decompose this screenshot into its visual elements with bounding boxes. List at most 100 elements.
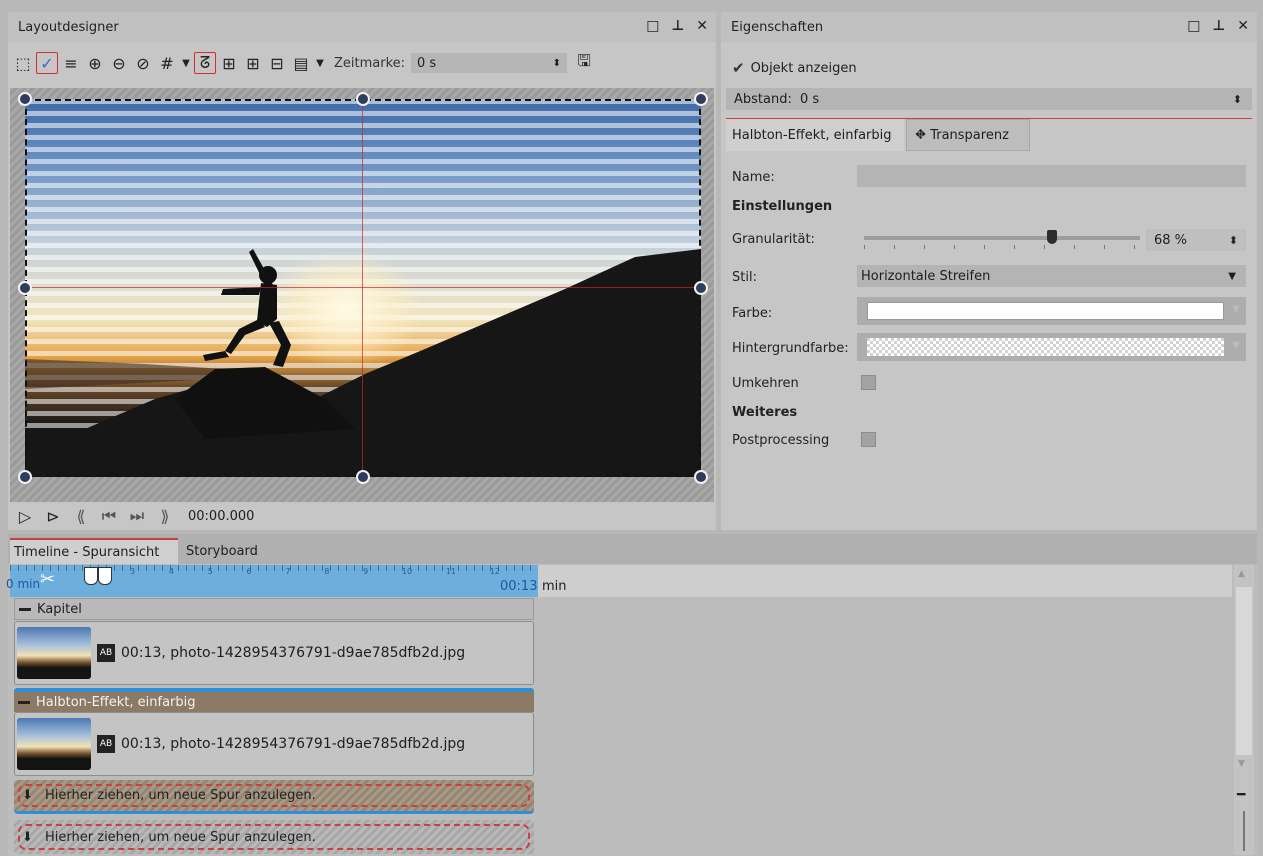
color-picker[interactable]: ▼ [857, 297, 1246, 325]
halftone-badge-icon: AB [97, 644, 115, 662]
resize-handle-n[interactable] [356, 92, 370, 106]
ruler-tick: 4 [168, 567, 174, 576]
align-dropdown-icon[interactable]: ▼ [314, 52, 326, 74]
select-tool-icon[interactable]: ⬚ [12, 52, 34, 74]
timeline-scrollbar[interactable]: ▲ ▼ ━ [1234, 565, 1254, 855]
scroll-up-icon[interactable]: ▲ [1238, 569, 1245, 579]
maximize-icon[interactable]: □ [1187, 18, 1200, 34]
granularity-slider[interactable] [864, 230, 1140, 252]
pin-icon[interactable]: ⊥ [671, 18, 684, 34]
save-icon[interactable]: 🖫 [573, 51, 595, 74]
name-label: Name: [732, 169, 775, 185]
tab-halftone[interactable]: Halbton-Effekt, einfarbig [726, 119, 904, 151]
clip-photo-2[interactable]: AB 00:13, photo-1428954376791-d9ae785dfb… [14, 712, 534, 776]
zoom-out-icon[interactable]: ⊖ [108, 52, 130, 74]
properties-title: Eigenschaften [731, 19, 824, 35]
halftone-badge-icon: AB [97, 735, 115, 753]
resize-handle-e[interactable] [694, 281, 708, 295]
canvas-area[interactable] [10, 88, 714, 502]
text-tool-icon[interactable]: ⊞ [218, 52, 240, 74]
ruler-start: 0 min [6, 577, 41, 591]
marker-left-icon[interactable] [84, 567, 98, 585]
maximize-icon[interactable]: □ [646, 18, 659, 34]
marker-right-icon[interactable] [98, 567, 112, 585]
effect-track-header[interactable]: Halbton-Effekt, einfarbig [14, 688, 534, 712]
chevron-down-icon[interactable]: ▼ [1232, 340, 1240, 351]
distance-value: 0 s [800, 91, 820, 107]
dropzone-label: ⬇ Hierher ziehen, um neue Spur anzulegen… [22, 829, 316, 845]
distance-spinbox[interactable]: Abstand: 0 s ⬍ [726, 88, 1252, 110]
zoom-in-icon[interactable]: ⊕ [84, 52, 106, 74]
slider-thumb[interactable] [1046, 230, 1057, 244]
show-object-label: Objekt anzeigen [750, 60, 857, 76]
play-icon[interactable]: ▷ [14, 505, 36, 527]
show-object-row[interactable]: ✔ Objekt anzeigen [732, 57, 857, 79]
selection-box[interactable] [25, 99, 701, 477]
resize-handle-ne[interactable] [694, 92, 708, 106]
layers-icon[interactable]: ≡ [60, 52, 82, 74]
ruler-end-time: 00:13 [500, 579, 538, 594]
chevron-down-icon[interactable]: ▼ [1228, 271, 1236, 282]
style-label: Stil: [732, 269, 757, 285]
style-value: Horizontale Streifen [861, 268, 991, 284]
tab-storyboard-label: Storyboard [186, 543, 258, 559]
ruler-tick: 3 [130, 567, 136, 576]
style-dropdown[interactable]: Horizontale Streifen ▼ [857, 265, 1246, 287]
color-swatch [867, 302, 1224, 320]
chapter-label: Kapitel [37, 601, 82, 617]
scroll-thumb[interactable] [1236, 587, 1252, 755]
new-track-dropzone[interactable]: ⬇ Hierher ziehen, um neue Spur anzulegen… [14, 820, 534, 854]
tab-timeline-tracks[interactable]: Timeline - Spuransicht [10, 538, 178, 564]
bgcolor-picker[interactable]: ▼ [857, 333, 1246, 361]
zoom-slider[interactable] [1243, 811, 1245, 851]
zoom-fit-icon[interactable]: ⊘ [132, 52, 154, 74]
check-tool-icon[interactable]: ✓ [36, 52, 58, 74]
rewind-icon[interactable]: ⟪ [70, 505, 92, 527]
add-icon[interactable]: ⊞ [242, 52, 264, 74]
zoom-out-track-icon[interactable]: ━ [1237, 787, 1245, 803]
collapse-icon[interactable] [19, 607, 31, 611]
spinner-icon[interactable]: ⬍ [1233, 93, 1242, 106]
clip-photo-1[interactable]: AB 00:13, photo-1428954376791-d9ae785dfb… [14, 621, 534, 685]
spinner-icon[interactable]: ⬍ [553, 58, 561, 69]
resize-handle-s[interactable] [356, 470, 370, 484]
bgcolor-label: Hintergrundfarbe: [732, 340, 849, 356]
effect-label: Halbton-Effekt, einfarbig [36, 694, 196, 710]
spinner-icon[interactable]: ⬍ [1229, 234, 1238, 247]
grid-icon[interactable]: # [156, 52, 178, 74]
resize-handle-nw[interactable] [18, 92, 32, 106]
play-from-icon[interactable]: ⊳ [42, 505, 64, 527]
align-icon[interactable]: ▤ [290, 52, 312, 74]
remove-icon[interactable]: ⊟ [266, 52, 288, 74]
chapter-track-header[interactable]: Kapitel [14, 598, 534, 620]
scroll-down-icon[interactable]: ▼ [1238, 759, 1245, 769]
timestamp-spinbox[interactable]: 0 s ⬍ [411, 53, 568, 73]
chevron-down-icon[interactable]: ▼ [1232, 304, 1240, 315]
pin-icon[interactable]: ⊥ [1212, 18, 1225, 34]
close-icon[interactable]: ✕ [1237, 18, 1249, 34]
resize-handle-w[interactable] [18, 281, 32, 295]
next-icon[interactable]: ⏭ [126, 505, 148, 527]
bgcolor-swatch [867, 338, 1224, 356]
previous-icon[interactable]: ⏮ [98, 505, 120, 527]
show-object-checkbox[interactable]: ✔ [732, 59, 745, 77]
granularity-spinbox[interactable]: 68 % ⬍ [1146, 229, 1246, 251]
resize-handle-se[interactable] [694, 470, 708, 484]
name-input[interactable] [857, 165, 1246, 187]
invert-checkbox[interactable] [861, 375, 876, 390]
timestamp-label: Zeitmarke: [334, 55, 406, 71]
tab-storyboard[interactable]: Storyboard [180, 538, 268, 564]
ruler-tick: 6 [246, 567, 252, 576]
timeline-ruler[interactable]: 0 min ✂ 3 4 5 6 7 8 9 10 11 12 00:13 min [6, 565, 1232, 597]
collapse-icon[interactable] [18, 700, 30, 704]
postprocessing-checkbox[interactable] [861, 432, 876, 447]
resize-handle-sw[interactable] [18, 470, 32, 484]
grid-dropdown-icon[interactable]: ▼ [180, 52, 192, 74]
tab-transparency[interactable]: ⛖ Transparenz [906, 119, 1030, 151]
new-track-dropzone[interactable]: ⬇ Hierher ziehen, um neue Spur anzulegen… [14, 780, 534, 814]
path-tool-icon[interactable]: ᘔ [194, 52, 216, 74]
clip-thumbnail [17, 718, 91, 770]
scissors-icon[interactable]: ✂ [40, 569, 55, 590]
fast-forward-icon[interactable]: ⟫ [154, 505, 176, 527]
close-icon[interactable]: ✕ [696, 18, 708, 34]
